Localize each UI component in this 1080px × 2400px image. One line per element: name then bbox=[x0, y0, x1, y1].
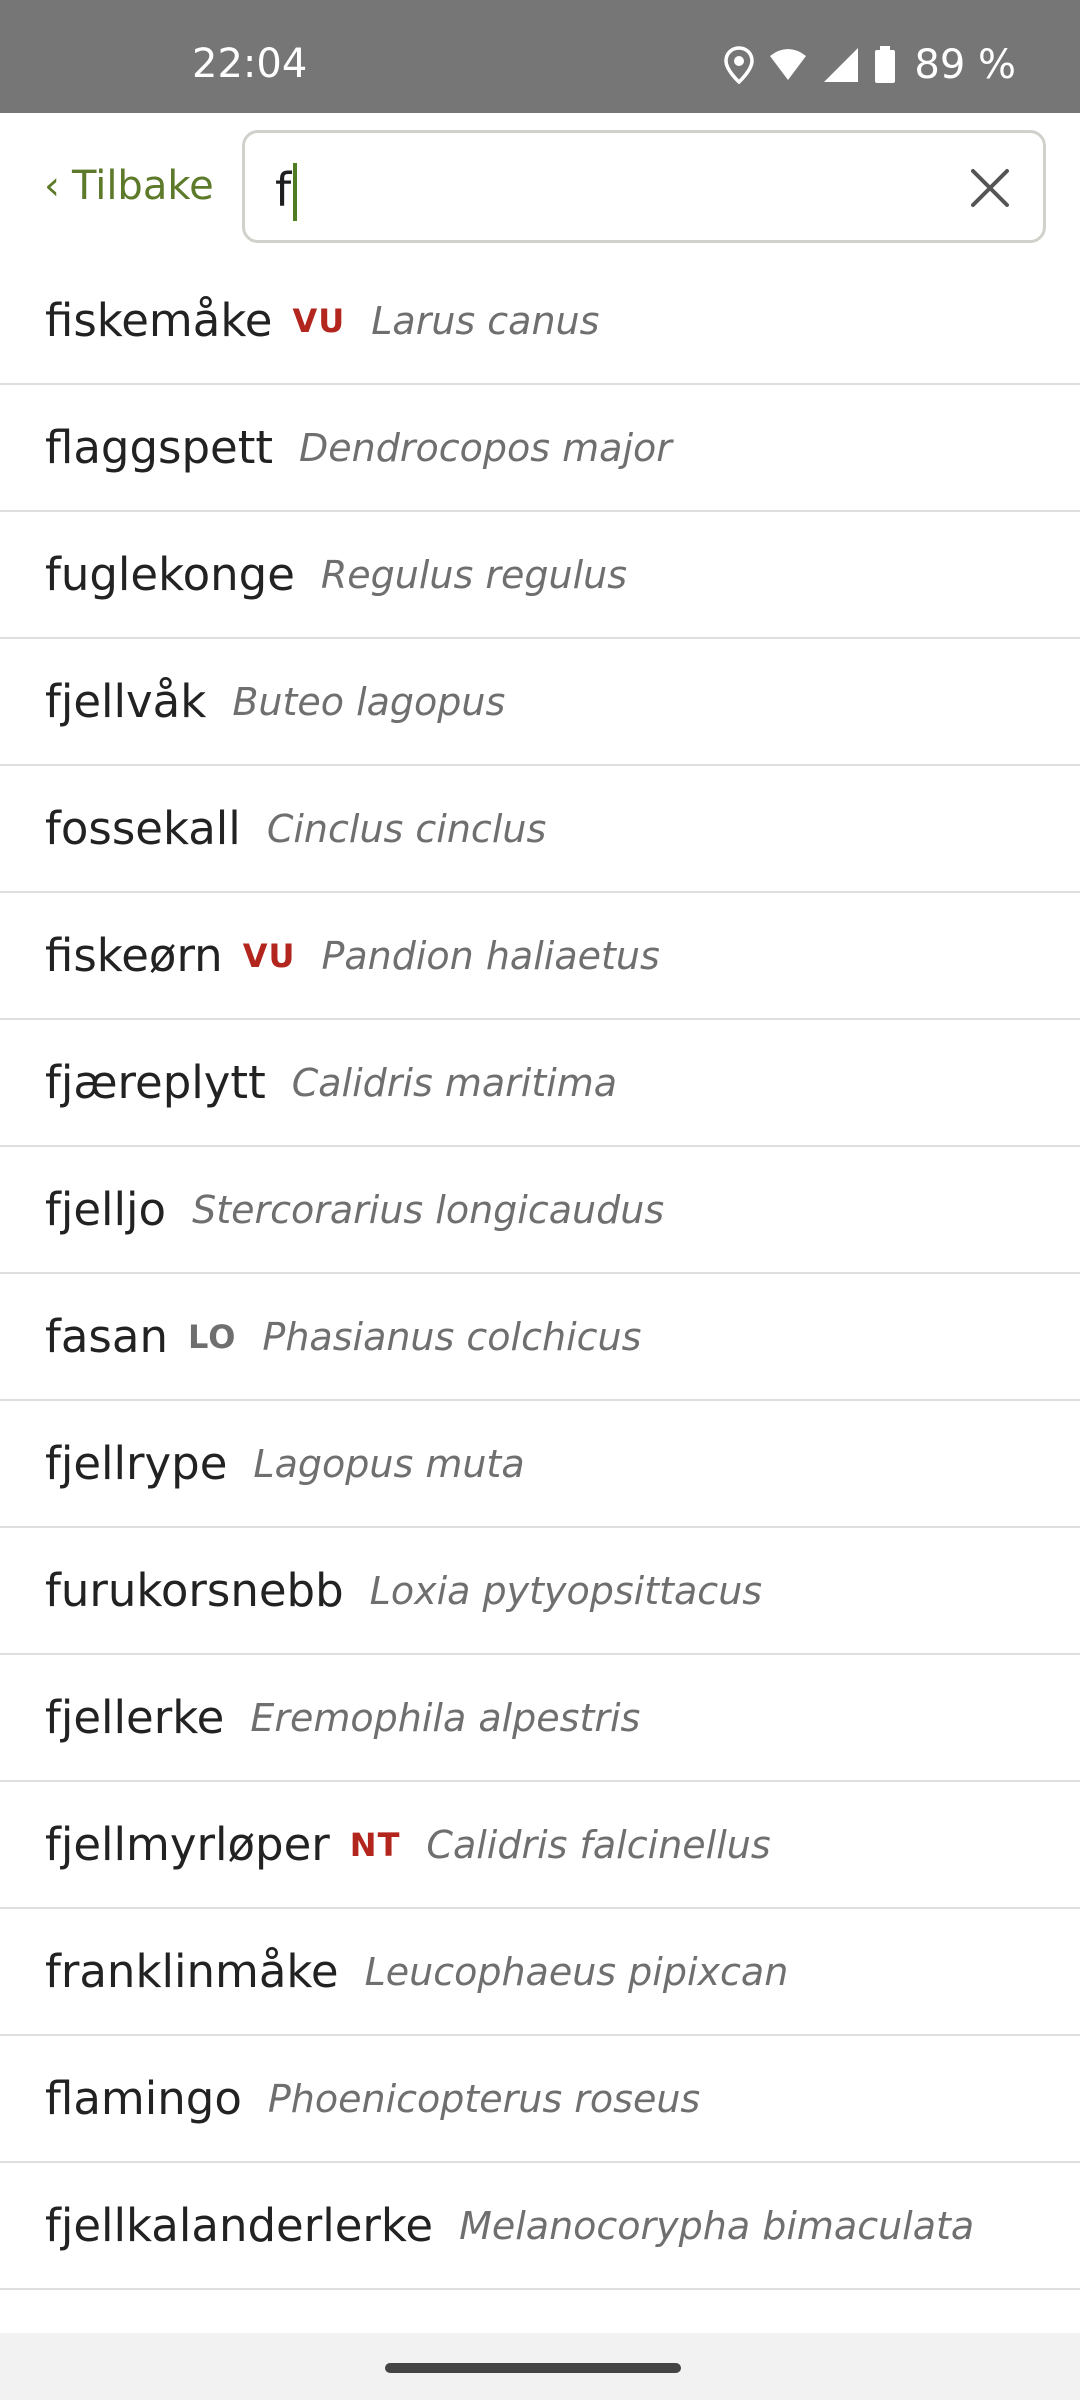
chevron-left-icon: ‹ bbox=[44, 163, 60, 209]
battery-icon bbox=[874, 46, 896, 84]
species-name: fjellmyrløper bbox=[45, 1818, 330, 1871]
scientific-name: Melanocorypha bimaculata bbox=[459, 2203, 975, 2248]
scientific-name: Calidris maritima bbox=[291, 1060, 618, 1105]
list-item[interactable]: fiskeørn VU Pandion haliaetus bbox=[0, 893, 1080, 1020]
list-item[interactable]: fjellrype Lagopus muta bbox=[0, 1401, 1080, 1528]
status-bar: 22:04 89 % bbox=[0, 0, 1080, 113]
species-name: fjellerke bbox=[45, 1691, 225, 1744]
scientific-name: Phasianus colchicus bbox=[262, 1314, 642, 1359]
text-cursor bbox=[293, 163, 297, 221]
scientific-name: Eremophila alpestris bbox=[250, 1695, 641, 1740]
species-name: fasan bbox=[45, 1310, 168, 1363]
list-item[interactable]: fasan LO Phasianus colchicus bbox=[0, 1274, 1080, 1401]
list-item[interactable]: fiskemåke VU Larus canus bbox=[0, 258, 1080, 385]
scientific-name: Lagopus muta bbox=[253, 1441, 525, 1486]
redlist-status-badge: VU bbox=[292, 301, 346, 340]
species-name: flaggspett bbox=[45, 421, 274, 474]
species-name: fjellrype bbox=[45, 1437, 228, 1490]
list-item[interactable]: fjellmyrløper NT Calidris falcinellus bbox=[0, 1782, 1080, 1909]
scientific-name: Buteo lagopus bbox=[232, 679, 506, 724]
scientific-name: Calidris falcinellus bbox=[426, 1822, 771, 1867]
scientific-name: Phoenicopterus roseus bbox=[267, 2076, 701, 2121]
species-name: fjelljo bbox=[45, 1183, 167, 1236]
scientific-name: Regulus regulus bbox=[320, 552, 628, 597]
species-name: fjellkalanderlerke bbox=[45, 2199, 434, 2252]
list-item[interactable]: fjellerke Eremophila alpestris bbox=[0, 1655, 1080, 1782]
wifi-icon bbox=[768, 48, 808, 82]
list-item[interactable]: flaggspett Dendrocopos major bbox=[0, 385, 1080, 512]
species-name: fuglekonge bbox=[45, 548, 295, 601]
list-item[interactable]: fuglekonge Regulus regulus bbox=[0, 512, 1080, 639]
navigation-bar bbox=[0, 2333, 1080, 2400]
list-item[interactable]: furukorsnebb Loxia pytyopsittacus bbox=[0, 1528, 1080, 1655]
list-item[interactable]: franklinmåke Leucophaeus pipixcan bbox=[0, 1909, 1080, 2036]
scientific-name: Cinclus cinclus bbox=[266, 806, 547, 851]
species-name: fiskemåke bbox=[45, 294, 273, 347]
search-value: f bbox=[275, 163, 292, 217]
list-item[interactable]: fossekall Cinclus cinclus bbox=[0, 766, 1080, 893]
list-item[interactable]: fjellkalanderlerke Melanocorypha bimacula… bbox=[0, 2163, 1080, 2290]
signal-icon bbox=[822, 46, 860, 84]
redlist-status-badge: VU bbox=[242, 936, 296, 975]
species-name: fossekall bbox=[45, 802, 241, 855]
list-item[interactable]: fjæreplytt Calidris maritima bbox=[0, 1020, 1080, 1147]
list-item[interactable]: fjelljo Stercorarius longicaudus bbox=[0, 1147, 1080, 1274]
redlist-status-badge: NT bbox=[349, 1825, 401, 1864]
status-icons: 89 % bbox=[724, 40, 1016, 90]
scientific-name: Loxia pytyopsittacus bbox=[369, 1568, 763, 1613]
list-item-partial[interactable] bbox=[0, 2290, 1080, 2333]
species-name: franklinmåke bbox=[45, 1945, 339, 1998]
scientific-name: Dendrocopos major bbox=[299, 425, 672, 470]
location-icon bbox=[724, 46, 755, 84]
search-input[interactable]: f bbox=[242, 130, 1046, 243]
close-icon bbox=[971, 169, 1009, 207]
scientific-name: Stercorarius longicaudus bbox=[192, 1187, 665, 1232]
scientific-name: Pandion haliaetus bbox=[321, 933, 660, 978]
scientific-name: Leucophaeus pipixcan bbox=[364, 1949, 789, 1994]
species-name: fjæreplytt bbox=[45, 1056, 266, 1109]
search-header: ‹ Tilbake f bbox=[0, 113, 1080, 258]
scientific-name: Larus canus bbox=[371, 298, 600, 343]
battery-percent: 89 % bbox=[914, 42, 1016, 88]
species-name: fiskeørn bbox=[45, 929, 223, 982]
list-item[interactable]: flamingo Phoenicopterus roseus bbox=[0, 2036, 1080, 2163]
home-gesture-handle[interactable] bbox=[385, 2363, 681, 2373]
species-name: fjellvåk bbox=[45, 675, 207, 728]
status-time: 22:04 bbox=[192, 41, 308, 87]
clear-search-button[interactable] bbox=[967, 165, 1013, 211]
redlist-status-badge: LO bbox=[187, 1317, 237, 1356]
list-item[interactable]: fjellvåk Buteo lagopus bbox=[0, 639, 1080, 766]
results-list[interactable]: fiskemåke VU Larus canus flaggspett Dendroco… bbox=[0, 258, 1080, 2333]
species-name: flamingo bbox=[45, 2072, 242, 2125]
species-name: furukorsnebb bbox=[45, 1564, 344, 1617]
back-label: Tilbake bbox=[72, 163, 214, 209]
back-button[interactable]: ‹ Tilbake bbox=[44, 161, 214, 211]
